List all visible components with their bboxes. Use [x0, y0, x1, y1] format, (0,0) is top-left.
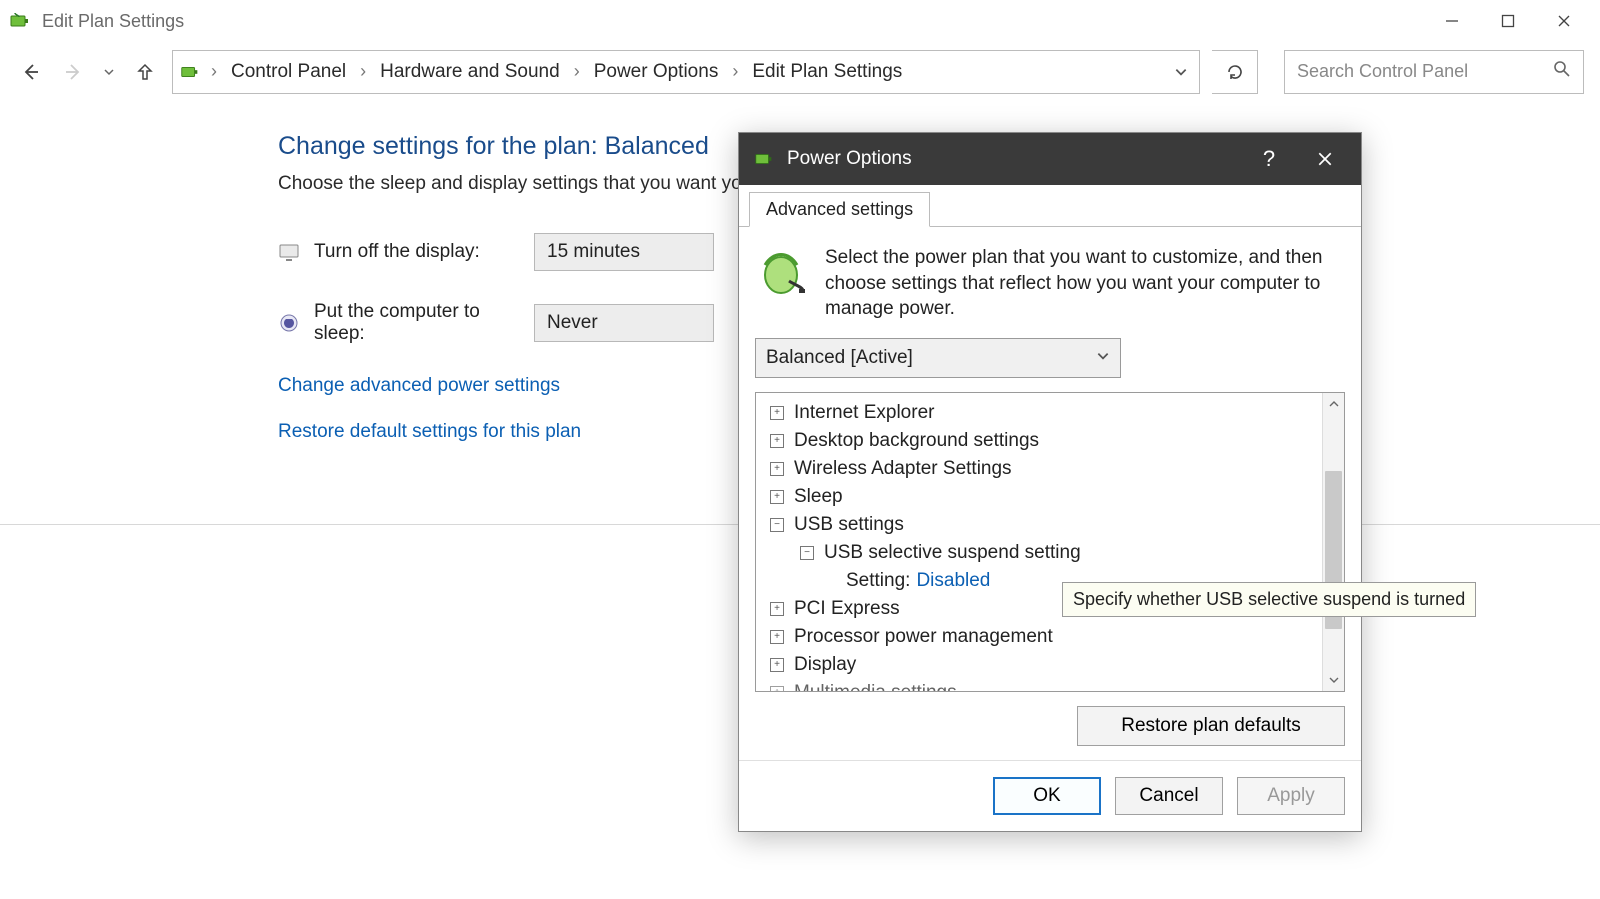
breadcrumb-item[interactable]: Edit Plan Settings — [748, 61, 906, 83]
tree-item-label: Multimedia settings — [794, 682, 957, 692]
dialog-help-button[interactable]: ? — [1247, 133, 1291, 185]
tree-item-label: Setting: — [846, 570, 910, 592]
tree-item-usb-settings[interactable]: −USB settings — [756, 511, 1344, 539]
display-timeout-dropdown[interactable]: 15 minutes — [534, 233, 714, 271]
tab-advanced-settings[interactable]: Advanced settings — [749, 192, 930, 227]
breadcrumb-item[interactable]: Power Options — [590, 61, 723, 83]
tree-item-label: USB settings — [794, 514, 904, 536]
restore-plan-defaults-button[interactable]: Restore plan defaults — [1077, 706, 1345, 746]
expander-plus-icon[interactable]: + — [770, 658, 784, 672]
tree-scrollbar[interactable] — [1322, 393, 1344, 691]
tree-item-label: PCI Express — [794, 598, 900, 620]
chevron-right-icon[interactable]: › — [728, 61, 742, 82]
dialog-intro-text: Select the power plan that you want to c… — [825, 245, 1345, 322]
dialog-tabs: Advanced settings — [739, 185, 1361, 227]
expander-minus-icon[interactable]: − — [770, 518, 784, 532]
nav-back-button[interactable] — [16, 57, 46, 87]
tree-item-label: Wireless Adapter Settings — [794, 458, 1012, 480]
window-title: Edit Plan Settings — [42, 11, 184, 32]
app-icon — [8, 9, 32, 33]
expander-plus-icon[interactable]: + — [770, 490, 784, 504]
scroll-down-icon[interactable] — [1323, 669, 1344, 691]
window-maximize-button[interactable] — [1480, 3, 1536, 39]
tree-item-wireless-adapter[interactable]: + Wireless Adapter Settings — [756, 455, 1344, 483]
tree-item-value[interactable]: Disabled — [916, 570, 990, 592]
settings-tree: + Internet Explorer + Desktop background s… — [755, 392, 1345, 692]
tree-item-multimedia[interactable]: + Multimedia settings — [756, 679, 1344, 692]
expander-plus-icon[interactable]: + — [770, 630, 784, 644]
tree-item-sleep[interactable]: + Sleep — [756, 483, 1344, 511]
expander-plus-icon[interactable]: + — [770, 462, 784, 476]
dropdown-value: Balanced [Active] — [766, 347, 913, 369]
window-titlebar: Edit Plan Settings — [0, 0, 1600, 42]
tree-item-display[interactable]: + Display — [756, 651, 1344, 679]
tree-item-internet-explorer[interactable]: + Internet Explorer — [756, 399, 1344, 427]
search-box[interactable] — [1284, 50, 1584, 94]
cancel-button[interactable]: Cancel — [1115, 777, 1223, 815]
nav-history-dropdown[interactable] — [100, 66, 118, 78]
nav-forward-button[interactable] — [58, 57, 88, 87]
breadcrumb-item[interactable]: Hardware and Sound — [376, 61, 564, 83]
tree-item-desktop-background[interactable]: + Desktop background settings — [756, 427, 1344, 455]
tree-item-label: Sleep — [794, 486, 843, 508]
scroll-up-icon[interactable] — [1323, 393, 1344, 415]
ok-button[interactable]: OK — [993, 777, 1101, 815]
chevron-right-icon[interactable]: › — [207, 61, 221, 82]
dropdown-value: Never — [547, 312, 598, 334]
navigation-bar: › Control Panel › Hardware and Sound › P… — [0, 42, 1600, 102]
nav-up-button[interactable] — [130, 57, 160, 87]
expander-plus-icon[interactable]: + — [770, 434, 784, 448]
expander-minus-icon[interactable]: − — [800, 546, 814, 560]
tree-item-label: Desktop background settings — [794, 430, 1039, 452]
tooltip: Specify whether USB selective suspend is… — [1062, 582, 1476, 617]
chevron-right-icon[interactable]: › — [570, 61, 584, 82]
dialog-title: Power Options — [787, 148, 912, 170]
breadcrumb-item[interactable]: Control Panel — [227, 61, 350, 83]
expander-plus-icon[interactable]: + — [770, 602, 784, 616]
tree-item-label: Display — [794, 654, 856, 676]
dialog-button-row: OK Cancel Apply — [739, 760, 1361, 831]
dialog-body: Select the power plan that you want to c… — [739, 227, 1361, 760]
search-input[interactable] — [1297, 61, 1545, 82]
dialog-titlebar[interactable]: Power Options ? — [739, 133, 1361, 185]
refresh-button[interactable] — [1212, 50, 1258, 94]
window-minimize-button[interactable] — [1424, 3, 1480, 39]
tree-item-label: Processor power management — [794, 626, 1053, 648]
power-options-dialog: Power Options ? Advanced settings Select… — [738, 132, 1362, 832]
chevron-right-icon[interactable]: › — [356, 61, 370, 82]
sleep-icon — [278, 312, 300, 334]
address-dropdown[interactable] — [1169, 65, 1193, 79]
tree-item-processor-power[interactable]: + Processor power management — [756, 623, 1344, 651]
setting-label: Turn off the display: — [314, 241, 534, 263]
sleep-timeout-dropdown[interactable]: Never — [534, 304, 714, 342]
expander-plus-icon[interactable]: + — [770, 406, 784, 420]
dropdown-value: 15 minutes — [547, 241, 640, 263]
tree-item-label: USB selective suspend setting — [824, 542, 1081, 564]
search-icon[interactable] — [1553, 60, 1571, 83]
chevron-down-icon — [1096, 347, 1110, 369]
window-close-button[interactable] — [1536, 3, 1592, 39]
dialog-close-button[interactable] — [1303, 133, 1347, 185]
tree-item-label: Internet Explorer — [794, 402, 934, 424]
apply-button: Apply — [1237, 777, 1345, 815]
display-icon — [278, 241, 300, 263]
power-plan-dropdown[interactable]: Balanced [Active] — [755, 338, 1121, 378]
address-bar[interactable]: › Control Panel › Hardware and Sound › P… — [172, 50, 1200, 94]
dialog-icon — [753, 148, 775, 170]
setting-label: Put the computer to sleep: — [314, 301, 534, 345]
address-icon — [179, 61, 201, 83]
expander-plus-icon[interactable]: + — [770, 686, 784, 692]
power-plan-icon — [755, 245, 807, 297]
tree-item-usb-selective-suspend[interactable]: −USB selective suspend setting — [756, 539, 1344, 567]
